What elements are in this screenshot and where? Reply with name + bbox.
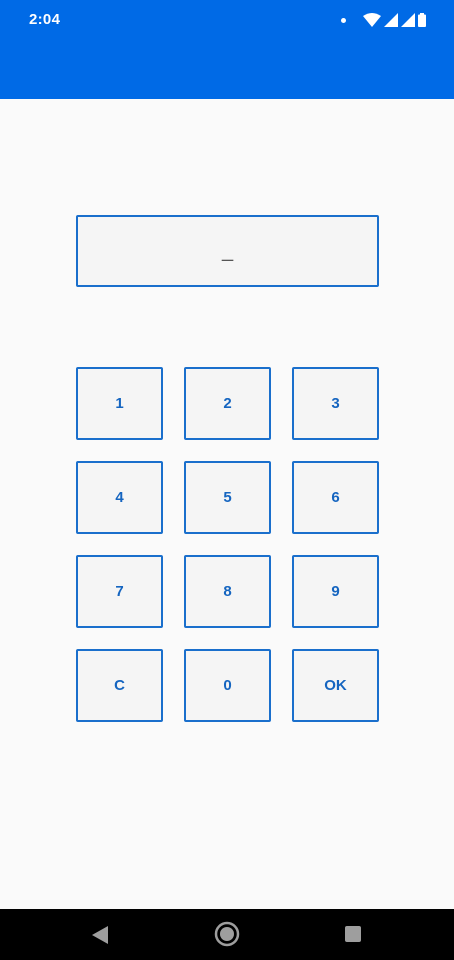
wifi-icon [363,13,381,27]
key-9[interactable]: 9 [292,555,379,628]
key-ok[interactable]: OK [292,649,379,722]
key-label: 2 [223,395,232,412]
key-5[interactable]: 5 [184,461,271,534]
home-icon[interactable] [214,921,240,947]
key-label: 7 [115,583,124,600]
key-clear[interactable]: C [76,649,163,722]
status-icons [341,12,426,28]
key-7[interactable]: 7 [76,555,163,628]
main-content: _ 1 2 3 4 5 6 7 8 9 C 0 OK [0,99,454,909]
key-0[interactable]: 0 [184,649,271,722]
signal-icon-2 [401,13,415,27]
navigation-bar [0,909,454,960]
notification-dot-icon [341,17,346,23]
key-label: C [114,677,125,694]
key-6[interactable]: 6 [292,461,379,534]
key-4[interactable]: 4 [76,461,163,534]
pin-display: _ [76,215,379,287]
key-label: 1 [115,395,124,412]
recents-icon[interactable] [345,926,361,942]
key-label: OK [324,677,347,694]
signal-icon [384,13,398,27]
status-bar: 2:04 [0,0,454,99]
key-3[interactable]: 3 [292,367,379,440]
back-icon[interactable] [92,926,108,944]
key-label: 0 [223,677,232,694]
pin-display-value: _ [221,239,234,262]
key-1[interactable]: 1 [76,367,163,440]
battery-icon [418,13,426,27]
status-time: 2:04 [29,11,61,28]
key-2[interactable]: 2 [184,367,271,440]
key-label: 4 [115,489,124,506]
key-label: 3 [331,395,340,412]
key-8[interactable]: 8 [184,555,271,628]
key-label: 6 [331,489,340,506]
key-label: 8 [223,583,232,600]
keypad: 1 2 3 4 5 6 7 8 9 C 0 OK [76,367,379,722]
key-label: 9 [331,583,340,600]
key-label: 5 [223,489,232,506]
